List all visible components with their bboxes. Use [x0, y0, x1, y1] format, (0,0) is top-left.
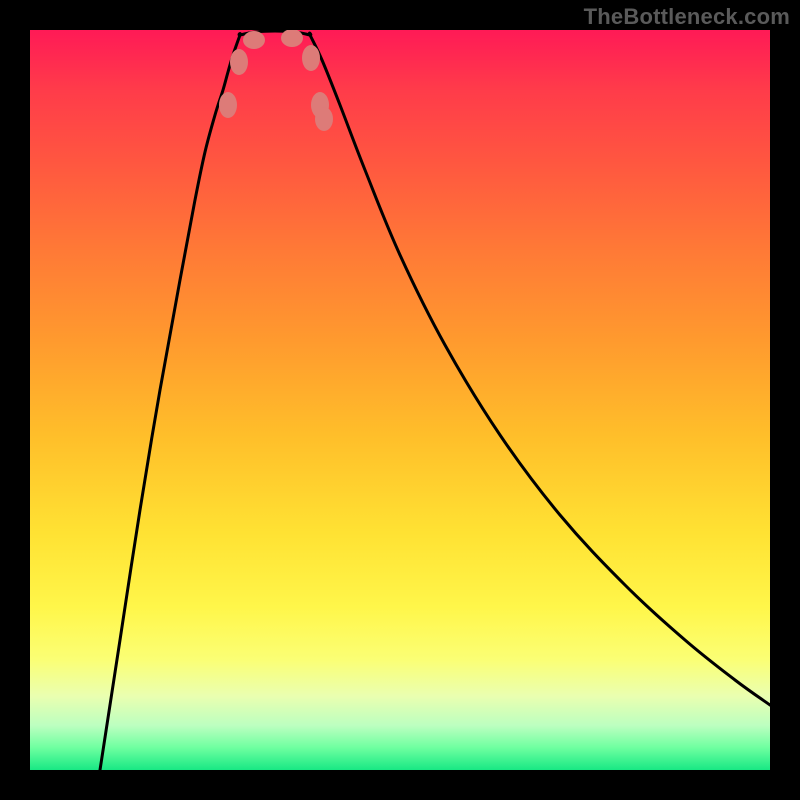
curve-marker: [302, 45, 320, 71]
curve-marker: [315, 107, 333, 131]
curve-marker: [219, 92, 237, 118]
attribution-text: TheBottleneck.com: [584, 4, 790, 30]
curve-marker: [243, 31, 265, 49]
curve-marker: [281, 30, 303, 47]
bottleneck-curve: [100, 31, 770, 770]
curve-svg: [30, 30, 770, 770]
plot-area: [30, 30, 770, 770]
outer-frame: TheBottleneck.com: [0, 0, 800, 800]
curve-marker: [230, 49, 248, 75]
